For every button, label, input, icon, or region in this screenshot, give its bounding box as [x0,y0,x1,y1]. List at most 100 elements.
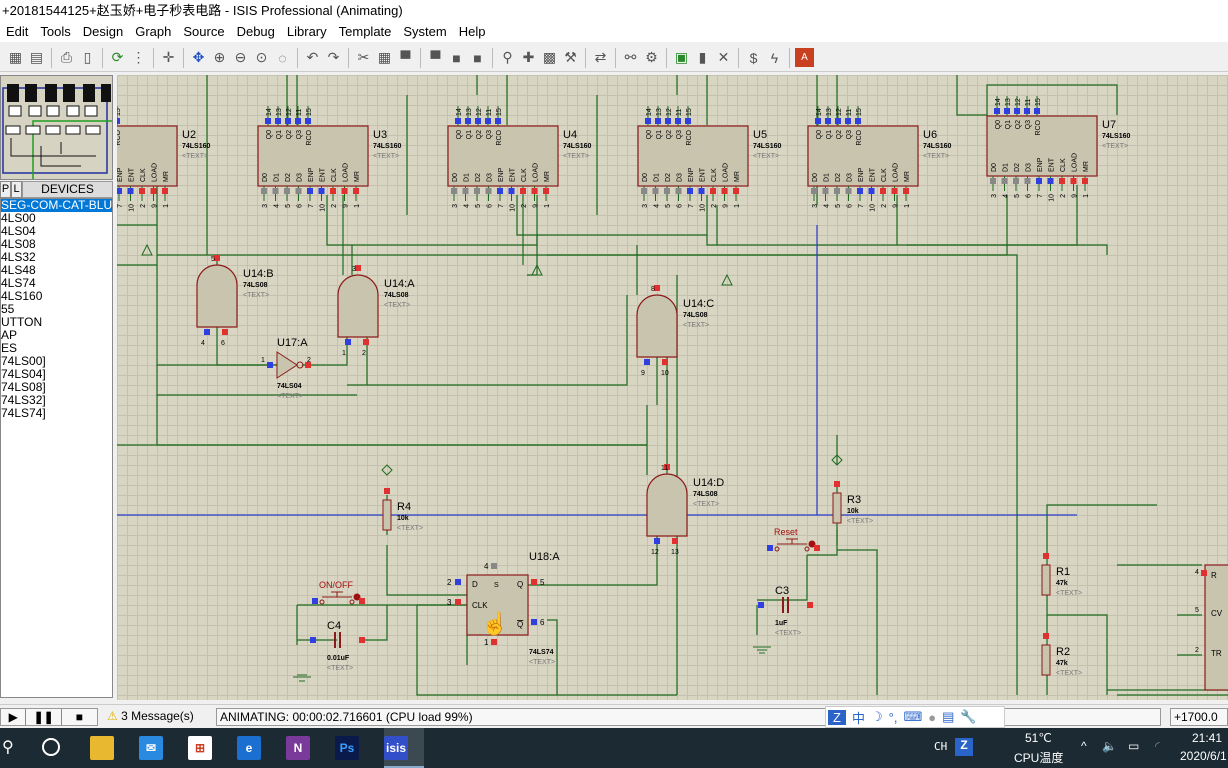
component-ref: U18:A [529,551,560,563]
pin-state [497,188,503,194]
property-tool-icon[interactable]: ⚙ [642,48,661,67]
menu-debug[interactable]: Debug [231,22,281,42]
new-sheet-icon[interactable]: ▣ [672,48,691,67]
edge-icon[interactable]: e [237,736,261,760]
play-button[interactable]: ▶ [1,709,27,725]
paste-icon[interactable]: ▤ [27,48,46,67]
pin-number: 14 [995,98,1002,106]
pin-state [675,118,681,124]
menu-help[interactable]: Help [453,22,492,42]
ime-tray-icon[interactable]: Z [955,738,973,756]
pick-device-icon[interactable]: ⚲ [498,48,517,67]
wifi-icon[interactable]: ◜ [1155,739,1160,753]
block-delete-icon[interactable]: ■ [468,48,487,67]
zoom-area-icon[interactable]: ◌ [273,48,292,67]
punctuation-icon[interactable]: °, [889,710,898,725]
redo-icon[interactable]: ↷ [324,48,343,67]
menu-tools[interactable]: Tools [34,22,76,42]
overview-preview[interactable] [0,75,113,180]
stop-button[interactable]: ■ [62,709,97,725]
block-rotate-icon[interactable]: ■ [447,48,466,67]
pin-label: R [1211,571,1217,580]
counter-u5[interactable]: 14Q013Q112Q211Q315RCO3D04D15D26D37ENP10E… [637,106,782,212]
onenote-icon[interactable]: N [286,736,310,760]
language-indicator[interactable]: CH [934,740,947,753]
zoom-out-icon[interactable]: ⊖ [231,48,250,67]
device-item[interactable]: 4LS160 [1,290,112,303]
make-device-icon[interactable]: ✚ [519,48,538,67]
pause-button[interactable]: ❚❚ [26,709,62,725]
search-icon[interactable]: ⚲ [2,737,14,757]
pin-number: 2 [362,350,366,357]
wire-autorouter-icon[interactable]: ⇄ [591,48,610,67]
search-icon[interactable]: ⚯ [621,48,640,67]
clock-time[interactable]: 21:41 [1192,731,1222,745]
ime-mode[interactable]: 中 [852,708,865,727]
refresh-icon[interactable]: ⟳ [108,48,127,67]
exit-parent-icon[interactable]: ✕ [714,48,733,67]
library-button[interactable]: L [11,181,22,198]
print-icon[interactable]: ⎙ [57,48,76,67]
counter-u2[interactable]: 14Q013Q112Q211Q315RCO3D04D15D26D37ENP10E… [117,106,211,212]
flipflop-u18a[interactable]: D CLK Q Q S 2 3 5 6 4 1 U18:A 74LS74 <TEXT> ☝ [447,551,560,666]
origin-icon[interactable]: ✛ [159,48,178,67]
grid-icon[interactable]: ⋮ [129,48,148,67]
pushbutton-reset[interactable]: Reset [767,527,820,552]
menu-design[interactable]: Design [77,22,129,42]
cut-icon[interactable]: ✂ [354,48,373,67]
ime-logo-icon[interactable]: Z [828,709,846,725]
clock-date[interactable]: 2020/6/1 [1180,749,1227,763]
keyboard-icon[interactable]: ⌨ [903,709,922,725]
pin-label: LOAD [893,163,900,182]
schematic-canvas[interactable]: 14Q013Q112Q211Q315RCO3D04D15D26D37ENP10E… [117,75,1228,700]
block-copy-icon[interactable]: ▀ [396,48,415,67]
file-explorer-icon[interactable] [90,736,114,760]
pan-icon[interactable]: ✥ [189,48,208,67]
remove-sheet-icon[interactable]: ▮ [693,48,712,67]
component-value: 1uF [775,620,788,627]
menu-template[interactable]: Template [333,22,398,42]
undo-icon[interactable]: ↶ [303,48,322,67]
counter-u3[interactable]: 14Q013Q112Q211Q315RCO3D04D15D26D37ENP10E… [257,106,402,212]
zoom-all-icon[interactable]: ⊙ [252,48,271,67]
decompose-icon[interactable]: ⚒ [561,48,580,67]
copy-icon[interactable]: ▦ [6,48,25,67]
chevron-up-icon[interactable]: ^ [1081,739,1087,753]
counter-u7[interactable]: 14Q013Q112Q211Q315RCO3D04D15D26D37ENP10E… [986,96,1131,202]
device-item[interactable]: 74LS74] [1,407,112,420]
menu-system[interactable]: System [397,22,452,42]
messages-indicator[interactable]: ⚠ 3 Message(s) [104,708,204,726]
block-move-icon[interactable]: ▀ [426,48,445,67]
view-bom-icon[interactable]: $ [744,48,763,67]
menu-library[interactable]: Library [281,22,333,42]
counter-u4[interactable]: 14Q013Q112Q211Q315RCO3D04D15D26D37ENP10E… [447,106,592,212]
menu-edit[interactable]: Edit [0,22,34,42]
menu-graph[interactable]: Graph [129,22,177,42]
moon-icon[interactable]: ☽ [871,709,883,725]
pushbutton-on-off[interactable]: ON/OFF [312,580,365,605]
battery-icon[interactable]: ▭ [1128,739,1139,753]
pin-number: 11 [1025,99,1032,106]
counter-u6[interactable]: 14Q013Q112Q211Q315RCO3D04D15D26D37ENP10E… [807,106,952,212]
skin-icon[interactable]: ▤ [942,709,954,725]
toolbar-separator [51,47,52,68]
wrench-icon[interactable]: 🔧 [960,709,976,725]
copy-icon[interactable]: ▦ [375,48,394,67]
device-list[interactable]: SEG-COM-CAT-BLUE 4LS00 4LS04 4LS08 4LS32 4LS4… [0,198,113,698]
user-icon[interactable]: ● [928,710,936,725]
mail-icon[interactable]: ✉ [139,736,163,760]
page-icon[interactable]: ▯ [78,48,97,67]
ares-icon[interactable]: A [795,48,814,67]
pick-devices-button[interactable]: P [0,181,11,198]
volume-icon[interactable]: 🔈 [1102,739,1117,753]
package-icon[interactable]: ▩ [540,48,559,67]
pin-number: 2 [881,204,888,208]
menu-source[interactable]: Source [177,22,230,42]
task-view-icon[interactable] [42,738,60,756]
component-text-placeholder: <TEXT> [1102,143,1128,150]
photoshop-icon[interactable]: Ps [335,736,359,760]
zoom-in-icon[interactable]: ⊕ [210,48,229,67]
electrical-check-icon[interactable]: ϟ [765,48,784,67]
store-icon[interactable]: ⊞ [188,736,212,760]
pin-number: 10 [1049,194,1056,202]
